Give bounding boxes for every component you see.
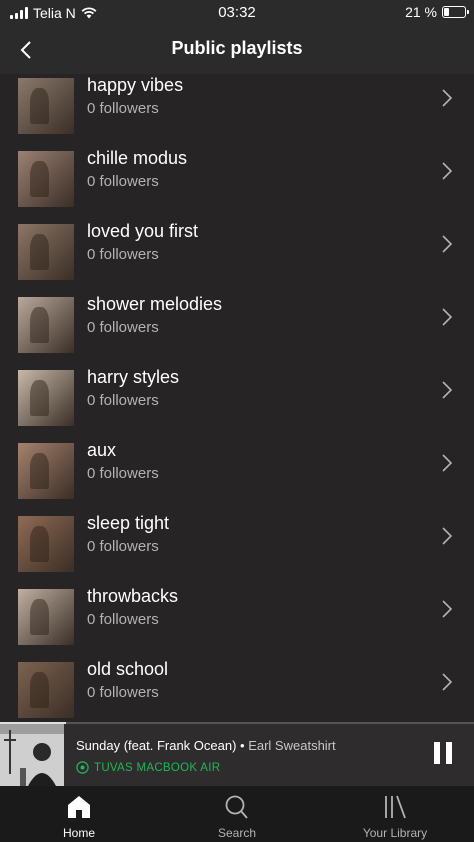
playlist-name: chille modus (87, 148, 188, 168)
playlist-row[interactable]: aux 0 followers (0, 435, 474, 508)
tab-bar: Home Search Your Library (0, 786, 474, 842)
playlist-name: loved you first (87, 221, 199, 241)
playlist-row[interactable]: chille modus 0 followers (0, 143, 474, 216)
track-artist: Earl Sweatshirt (248, 738, 336, 753)
playlist-cover (18, 151, 74, 207)
playlist-cover (18, 589, 74, 645)
library-icon (385, 795, 406, 819)
playlist-cover (18, 662, 74, 718)
chevron-right-icon (442, 454, 453, 472)
tab-library[interactable]: Your Library (316, 786, 474, 842)
battery-icon (442, 6, 469, 18)
playlist-row[interactable]: old school 0 followers (0, 654, 474, 722)
playlist-name: sleep tight (87, 513, 170, 533)
playlist-followers: 0 followers (87, 538, 159, 555)
playlist-cover (18, 224, 74, 280)
title-separator: • (236, 738, 249, 753)
playlist-row[interactable]: harry styles 0 followers (0, 362, 474, 435)
tab-home[interactable]: Home (0, 786, 158, 842)
now-playing-title: Sunday (feat. Frank Ocean) • Earl Sweats… (76, 738, 336, 753)
playlist-cover (18, 443, 74, 499)
chevron-right-icon (442, 600, 453, 618)
playlist-name: throwbacks (87, 586, 179, 606)
track-title: Sunday (feat. Frank Ocean) (76, 738, 237, 753)
playlist-name: aux (87, 440, 117, 460)
now-playing-artwork[interactable] (0, 724, 64, 786)
playlist-followers: 0 followers (87, 319, 159, 336)
pause-button[interactable] (432, 742, 454, 766)
status-bar: Telia N 03:32 21 % (0, 0, 474, 26)
playlist-followers: 0 followers (87, 246, 159, 263)
chevron-right-icon (442, 162, 453, 180)
playlist-cover (18, 516, 74, 572)
playlist-row[interactable]: loved you first 0 followers (0, 216, 474, 289)
home-icon (68, 796, 90, 818)
playlist-name: harry styles (87, 367, 180, 387)
playlist-followers: 0 followers (87, 611, 159, 628)
mini-player[interactable]: Sunday (feat. Frank Ocean) • Earl Sweats… (0, 722, 474, 786)
connected-device[interactable]: TUVAS MACBOOK AIR (76, 761, 220, 774)
tab-library-label: Your Library (362, 826, 428, 840)
playlist-name: shower melodies (87, 294, 223, 314)
chevron-right-icon (442, 673, 453, 691)
playlist-followers: 0 followers (87, 100, 159, 117)
tab-search[interactable]: Search (158, 786, 316, 842)
speaker-icon (76, 761, 89, 774)
chevron-right-icon (442, 527, 453, 545)
tab-home-label: Home (62, 826, 95, 840)
playlist-cover (18, 370, 74, 426)
chevron-right-icon (442, 308, 453, 326)
status-time: 03:32 (218, 4, 256, 21)
playlist-followers: 0 followers (87, 465, 159, 482)
page-title: Public playlists (171, 38, 303, 58)
playlist-cover (18, 297, 74, 353)
playlist-name: old school (87, 659, 169, 679)
playlist-followers: 0 followers (87, 173, 159, 190)
playlist-row[interactable]: happy vibes 0 followers (0, 74, 474, 143)
status-right: 21 % (405, 4, 469, 20)
playlist-name: happy vibes (87, 75, 184, 95)
chevron-right-icon (442, 381, 453, 399)
playlist-cover (18, 78, 74, 134)
playlist-row[interactable]: sleep tight 0 followers (0, 508, 474, 581)
device-name: TUVAS MACBOOK AIR (94, 761, 221, 774)
battery-percent: 21 % (405, 4, 437, 20)
playback-progress (0, 722, 474, 724)
playlist-list[interactable]: happy vibes 0 followers chille modus 0 foll… (0, 74, 474, 722)
chevron-right-icon (442, 89, 453, 107)
playlist-row[interactable]: throwbacks 0 followers (0, 581, 474, 654)
playlist-row[interactable]: shower melodies 0 followers (0, 289, 474, 362)
nav-header: Public playlists (0, 26, 474, 74)
tab-search-label: Search (217, 826, 257, 840)
playlist-followers: 0 followers (87, 392, 159, 409)
playlist-followers: 0 followers (87, 684, 159, 701)
chevron-right-icon (442, 235, 453, 253)
search-icon (225, 795, 248, 819)
